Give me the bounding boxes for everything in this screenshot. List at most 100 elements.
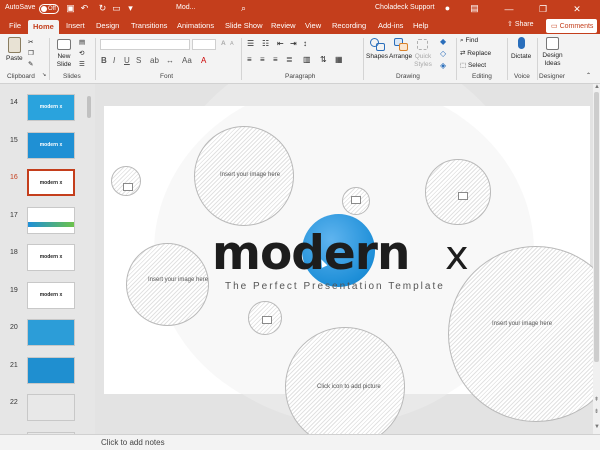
tab-design[interactable]: Design [96,21,119,30]
align-right-icon[interactable]: ≡ [273,55,278,64]
picture-icon[interactable] [123,183,133,191]
image-placeholder-left[interactable] [126,243,209,326]
clipboard-launcher-icon[interactable]: ↘ [42,72,46,78]
font-size-dropdown[interactable] [192,39,216,50]
collapse-ribbon-icon[interactable]: ⌃ [586,72,591,79]
slide-thumbnail[interactable] [27,319,75,346]
ribbon-display-icon[interactable]: ▤ [469,3,480,14]
arrange-button[interactable]: Arrange [389,53,412,61]
slide-thumbnail[interactable] [27,206,75,234]
dictate-button[interactable]: Dictate [511,53,531,61]
thumbnail-scrollbar[interactable] [86,84,92,434]
reset-icon[interactable]: ⟲ [79,49,84,57]
underline-button[interactable]: U [124,56,130,65]
share-button[interactable]: ⇧ Share [507,20,534,28]
slide-thumbnail[interactable] [27,394,75,421]
strikethrough-button[interactable]: S [136,56,141,65]
notes-pane[interactable]: Click to add notes [0,434,600,450]
numbering-icon[interactable]: ☷ [262,39,269,48]
slide-vertical-scrollbar[interactable]: ▲ ⇞ ⇟ ▼ [593,84,600,434]
align-left-icon[interactable]: ≡ [247,55,252,64]
tab-insert[interactable]: Insert [66,21,85,30]
autosave-toggle[interactable]: Off [39,4,59,14]
bold-button[interactable]: B [101,56,107,65]
slide-thumbnail[interactable]: modern x [27,244,75,271]
line-spacing-icon[interactable]: ↕ [303,39,307,48]
text-direction-icon[interactable]: ⇅ [320,55,327,64]
increase-indent-icon[interactable]: ⇥ [290,39,297,48]
avatar-icon[interactable]: ● [442,3,453,14]
slide-thumbnail[interactable]: modern x [27,131,75,159]
font-grow-button[interactable]: A [221,40,226,47]
thumbnail-scroll-thumb[interactable] [87,96,91,118]
slide-subtitle[interactable]: The Perfect Presentation Template [225,281,445,292]
slideshow-from-start-icon[interactable]: ▭ [111,3,122,14]
picture-icon[interactable] [458,192,468,200]
tab-view[interactable]: View [305,21,321,30]
tab-home[interactable]: Home [28,20,59,34]
font-shrink-button[interactable]: A [230,41,234,47]
scroll-up-icon[interactable]: ▲ [594,84,600,90]
tab-file[interactable]: File [9,21,21,30]
customize-toolbar-icon[interactable]: ▾ [125,3,136,14]
character-spacing-icon[interactable]: ↔ [166,56,174,65]
design-ideas-button[interactable]: Design Ideas [540,52,565,68]
font-name-dropdown[interactable] [100,39,190,50]
maximize-button[interactable]: ❐ [534,2,552,16]
slide-title-x[interactable]: x [445,236,469,276]
shape-effects-icon[interactable]: ◈ [440,61,446,70]
decrease-indent-icon[interactable]: ⇤ [277,39,284,48]
cut-icon[interactable]: ✂ [28,38,33,46]
comments-button[interactable]: ▭ Comments [546,19,597,33]
tab-slide-show[interactable]: Slide Show [225,21,263,30]
tab-transitions[interactable]: Transitions [131,21,167,30]
tab-add-ins[interactable]: Add-ins [378,21,403,30]
slide-title-main[interactable]: modern [212,230,410,277]
slide-thumbnail[interactable]: modern x [27,94,75,121]
previous-slide-icon[interactable]: ⇞ [594,396,599,403]
align-center-icon[interactable]: ≡ [260,55,265,64]
font-color-icon[interactable]: A [201,56,206,65]
slide-thumbnail[interactable] [27,356,75,384]
shapes-button[interactable]: Shapes [366,53,388,61]
scroll-down-icon[interactable]: ▼ [594,424,600,430]
save-icon[interactable]: ▣ [65,3,76,14]
quick-styles-button[interactable]: Quick Styles [412,53,434,69]
slide-thumbnail[interactable]: modern x [27,281,75,309]
bullets-icon[interactable]: ☰ [247,39,254,48]
slide-thumbnail[interactable]: modern x [27,169,75,196]
tab-review[interactable]: Review [271,21,296,30]
image-placeholder-small-left[interactable] [111,166,141,196]
tab-animations[interactable]: Animations [177,21,214,30]
picture-icon[interactable] [262,316,272,324]
justify-icon[interactable]: ≣ [286,55,293,64]
paste-button[interactable]: Paste [6,55,23,63]
user-name[interactable]: Choladeck Support [375,4,435,11]
shape-fill-icon[interactable]: ◆ [440,37,446,46]
columns-icon[interactable]: ▥ [303,55,311,64]
tab-help[interactable]: Help [413,21,428,30]
redo-icon[interactable]: ↻ [97,3,108,14]
undo-icon[interactable]: ↶ [79,3,90,14]
italic-button[interactable]: I [113,56,115,65]
shape-outline-icon[interactable]: ◇ [440,49,446,58]
section-icon[interactable]: ☰ [79,60,85,68]
next-slide-icon[interactable]: ⇟ [594,408,599,415]
slide-scroll-thumb[interactable] [594,92,599,362]
select-button[interactable]: ⬚ Select [460,61,486,69]
search-icon[interactable]: ⌕ [238,3,249,14]
notes-placeholder[interactable]: Click to add notes [101,438,165,447]
minimize-button[interactable]: — [500,2,518,16]
new-slide-button[interactable]: New Slide [52,53,76,69]
smartart-icon[interactable]: ▦ [335,55,343,64]
text-shadow-icon[interactable]: ab [150,56,159,65]
copy-icon[interactable]: ❐ [28,49,34,57]
picture-icon[interactable] [351,196,361,204]
close-button[interactable]: ✕ [568,2,586,16]
find-button[interactable]: ⌕ Find [460,37,478,45]
layout-icon[interactable]: ▤ [79,38,85,46]
replace-button[interactable]: ⇄ Replace [460,49,491,57]
change-case-button[interactable]: Aa [182,56,192,65]
document-title[interactable]: Mod... [176,4,195,11]
tab-recording[interactable]: Recording [332,21,366,30]
